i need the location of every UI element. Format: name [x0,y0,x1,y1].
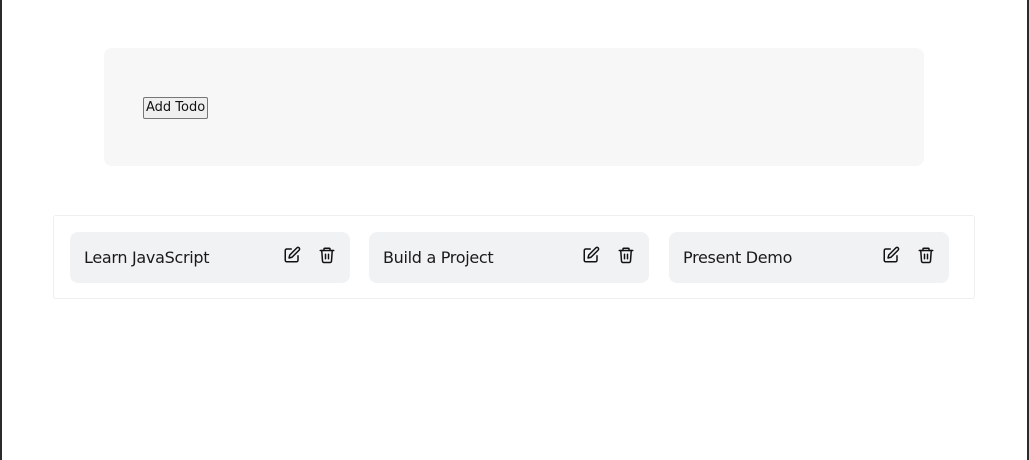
trash-icon[interactable] [317,245,337,265]
add-todo-panel: Add Todo [104,48,924,166]
todo-text: Learn JavaScript [84,248,210,267]
todo-text: Present Demo [683,248,793,267]
edit-icon[interactable] [282,245,302,265]
edit-icon[interactable] [881,245,901,265]
todo-list: Learn JavaScript Build a Project Present… [53,215,975,299]
todo-item: Present Demo [669,232,949,283]
edit-icon[interactable] [581,245,601,265]
todo-item: Learn JavaScript [70,232,350,283]
trash-icon[interactable] [916,245,936,265]
trash-icon[interactable] [616,245,636,265]
add-todo-button[interactable]: Add Todo [143,97,209,119]
todo-text: Build a Project [383,248,494,267]
todo-item: Build a Project [369,232,649,283]
